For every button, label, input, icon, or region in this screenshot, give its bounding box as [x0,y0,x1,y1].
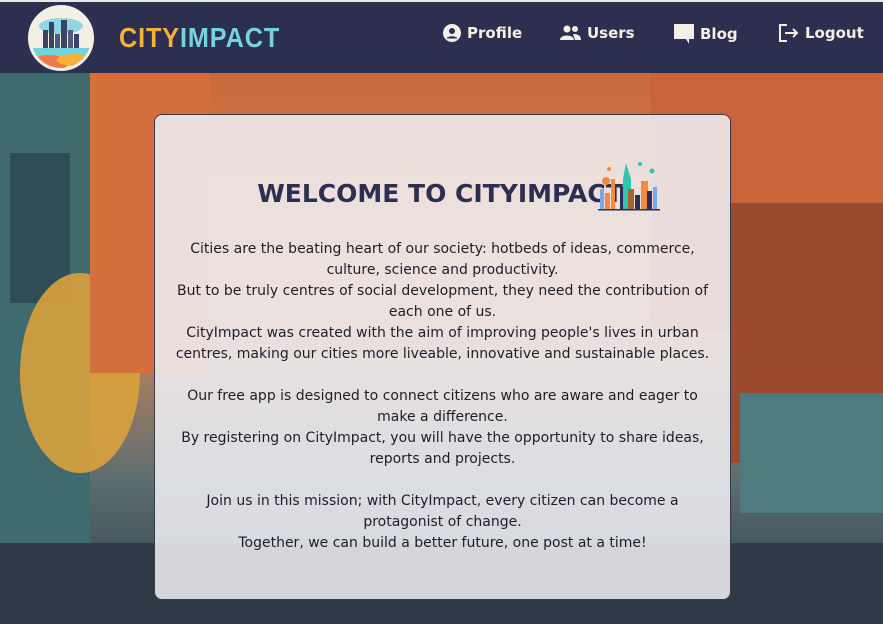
welcome-title: WELCOME TO CITYIMPACT [257,179,623,208]
nav-profile[interactable]: Profile [443,24,522,42]
cityimpact-logo[interactable] [28,5,94,71]
users-icon [560,25,581,40]
navbar: CITYIMPACT Profile Users Blog Logout [0,0,883,73]
nav-logout[interactable]: Logout [779,24,864,42]
welcome-card: WELCOME TO CITYIMPACT Cities are the bea… [154,114,731,600]
welcome-text: Cities are the beating heart of our soci… [173,239,712,575]
city-skyline-icon [598,162,660,211]
nav-users[interactable]: Users [560,24,635,42]
paragraph: Cities are the beating heart of our soci… [175,241,710,362]
paragraph: Our free app is designed to connect citi… [181,388,704,467]
logout-icon [779,24,799,42]
user-circle-icon [443,24,461,42]
nav-blog[interactable]: Blog [674,24,738,44]
paragraph: Join us in this mission; with CityImpact… [206,493,679,551]
brand-name[interactable]: CITYIMPACT [119,22,280,54]
comment-icon [674,24,694,44]
